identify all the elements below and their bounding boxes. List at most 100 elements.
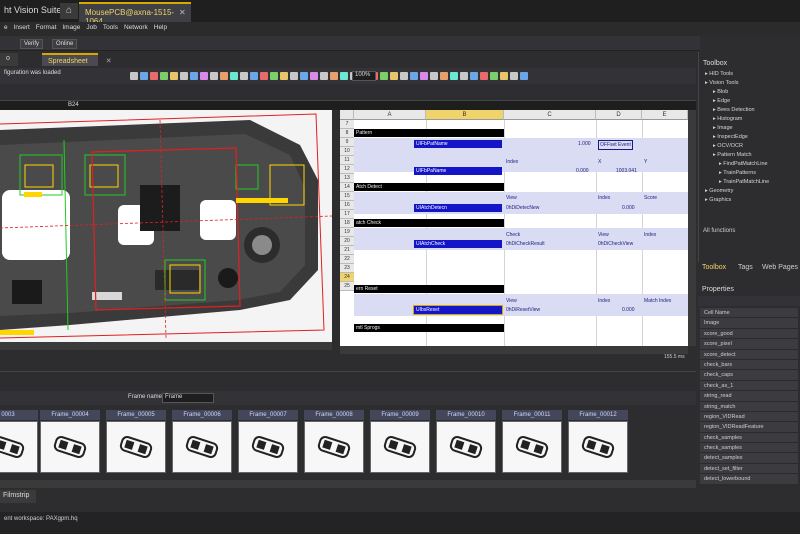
cell-reference[interactable]: B24 [68,102,79,108]
toolbar-tool-icon[interactable] [210,72,218,80]
tab-image[interactable]: o [0,53,18,66]
spreadsheet-cell[interactable]: UIFbPaName [414,167,502,175]
frame-thumbnail[interactable]: Frame_00008 [304,410,364,474]
close-icon[interactable]: ✕ [179,8,186,17]
property-item[interactable]: score_pixel [700,339,798,350]
toolbox-tree-item[interactable]: ▸ InspectEdge [699,133,800,142]
toolbar-tool-icon[interactable] [310,72,318,80]
toolbar-tool-icon[interactable] [200,72,208,80]
property-item[interactable]: string_match [700,401,798,412]
frame-thumbnail[interactable]: Frame_00004 [40,410,100,474]
toolbox-tree-item[interactable]: ▸ TrainPatterns [699,169,800,178]
toolbar-tool-icon[interactable] [260,72,268,80]
toolbox-tree-item[interactable]: ▸ Pattern Match [699,151,800,160]
toolbar-tool-icon[interactable] [420,72,428,80]
row-header[interactable]: 10 [340,147,354,156]
toolbox-tree-item[interactable]: ▸ Blob [699,88,800,97]
row-header[interactable]: 23 [340,264,354,273]
menu-item-insert[interactable]: Insert [14,24,30,31]
frame-thumbnail[interactable]: Frame_00012 [568,410,628,474]
toolbar-tool-icon[interactable] [320,72,328,80]
toolbar-tool-icon[interactable] [140,72,148,80]
row-header[interactable]: 8 [340,129,354,138]
home-icon[interactable]: ⌂ [60,3,78,19]
toolbar-tool-icon[interactable] [500,72,508,80]
toolbar-tool-icon[interactable] [250,72,258,80]
toolbar-tool-icon[interactable] [280,72,288,80]
verify-button[interactable]: Verify [20,39,44,49]
toolbar-tool-icon[interactable] [130,72,138,80]
property-item[interactable]: region_VIDRead [700,411,798,423]
property-item[interactable]: Image [700,318,798,329]
toolbar-tool-icon[interactable] [180,72,188,80]
toolbar-tool-icon[interactable] [150,72,158,80]
image-view[interactable] [0,110,333,342]
toolbar-tool-icon[interactable] [230,72,238,80]
toolbar-tool-icon[interactable] [470,72,478,80]
toolbox-tree-item[interactable]: ▸ Vision Tools [699,79,800,88]
filmstrip-scrollbar[interactable] [0,480,696,488]
close-icon[interactable]: ✕ [106,58,112,65]
toolbar-tool-icon[interactable] [480,72,488,80]
frame-thumbnail[interactable]: Frame_00009 [370,410,430,474]
toolbar-tool-icon[interactable] [430,72,438,80]
row-header[interactable]: 14 [340,183,354,192]
sheet-vertical-scrollbar[interactable] [688,110,696,346]
column-header[interactable]: C [504,110,596,120]
toolbar-tool-icon[interactable] [460,72,468,80]
row-header[interactable]: 22 [340,255,354,264]
row-header[interactable]: 11 [340,156,354,165]
spreadsheet-cell[interactable]: UIFbPatName [414,140,502,148]
menu-item-network[interactable]: Network [124,24,148,31]
menu-item-help[interactable]: Help [154,24,167,31]
frame-thumbnail[interactable]: Frame_00011 [502,410,562,474]
toolbar-tool-icon[interactable] [240,72,248,80]
toolbar-tool-icon[interactable] [340,72,348,80]
property-item[interactable]: Cell Name [700,308,798,319]
toolbar-tool-icon[interactable] [380,72,388,80]
row-header[interactable]: 9 [340,138,354,147]
property-item[interactable]: check_caps [700,370,798,381]
row-header[interactable]: 15 [340,192,354,201]
image-horizontal-scrollbar[interactable] [0,342,332,350]
toolbox-tree-item[interactable]: ▸ TrainPatMatchLine [699,178,800,187]
toolbar-tool-icon[interactable] [410,72,418,80]
spreadsheet-cell[interactable]: UIAtchCheck [414,240,502,248]
property-item[interactable]: score_good [700,328,798,340]
row-header[interactable]: 7 [340,120,354,129]
property-item[interactable]: detect_set_filter [700,463,798,475]
property-item[interactable]: check_as_1 [700,380,798,392]
zoom-select[interactable]: 100% [352,71,376,81]
property-item[interactable]: detect_lowerbound [700,474,798,485]
online-button[interactable]: Online [52,39,78,49]
tab-toolbox[interactable]: Toolbox [702,264,726,271]
toolbar-tool-icon[interactable] [290,72,298,80]
property-item[interactable]: string_read [700,391,798,402]
row-header[interactable]: 12 [340,165,354,174]
menu-item-format[interactable]: Format [36,24,57,31]
row-header[interactable]: 21 [340,246,354,255]
column-header[interactable]: D [596,110,642,120]
toolbar-tool-icon[interactable] [160,72,168,80]
property-item[interactable]: score_detect [700,349,798,360]
row-header[interactable]: 17 [340,210,354,219]
toolbox-tree-item[interactable]: ▸ Edge [699,97,800,106]
toolbox-tree-item[interactable]: ▸ HID Tools [699,70,800,79]
column-header[interactable]: A [354,110,426,120]
toolbox-tree-item[interactable]: ▸ Graphics [699,196,800,205]
toolbar-tool-icon[interactable] [510,72,518,80]
selected-cell[interactable]: UIbsReset [413,305,503,315]
toolbox-tree-item[interactable]: ▸ OCV/OCR [699,142,800,151]
toolbar-tool-icon[interactable] [390,72,398,80]
frame-thumbnail[interactable]: 0003 [0,410,38,474]
toolbar-tool-icon[interactable] [300,72,308,80]
row-header[interactable]: 13 [340,174,354,183]
frame-thumbnail[interactable]: Frame_00007 [238,410,298,474]
toolbar-tool-icon[interactable] [490,72,498,80]
toolbox-tree-item[interactable]: ▸ Bees Detection [699,106,800,115]
document-tab[interactable]: MousePCB@axna-1515-1064 ✕ [79,2,191,26]
frame-thumbnail[interactable]: Frame_00005 [106,410,166,474]
menu-item-image[interactable]: Image [62,24,80,31]
row-header[interactable]: 20 [340,237,354,246]
column-header[interactable]: B [426,110,504,120]
